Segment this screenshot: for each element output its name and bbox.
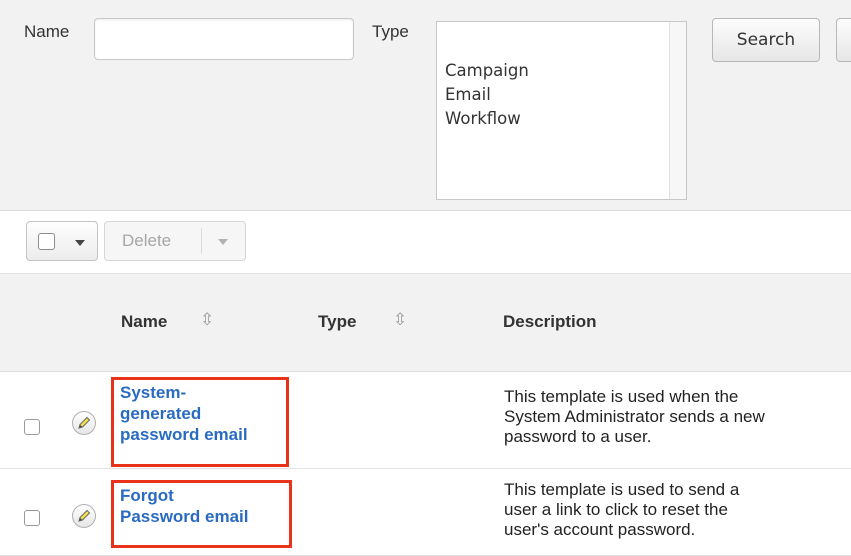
record-name-line[interactable]: System- [120,382,280,403]
pencil-icon[interactable] [72,411,96,435]
record-description: This template is used to send a user a l… [504,480,739,540]
description-line: password to a user. [504,427,652,446]
row-checkbox[interactable] [24,419,40,435]
description-line: This template is used to send a [504,480,740,499]
delete-button[interactable]: Delete [104,221,246,261]
table-row: System- generated password email This te… [0,372,851,469]
description-line: This template is used when the [504,387,739,406]
row-checkbox[interactable] [24,510,40,526]
record-name-line[interactable]: Password email [120,506,283,527]
filter-panel: Name Type Campaign Email Workflow Search [0,0,851,211]
sort-arrows-icon[interactable]: ⇳ [200,310,214,330]
clear-button[interactable] [836,18,851,62]
type-filter-listbox[interactable]: Campaign Email Workflow [436,21,687,200]
description-line: user a link to click to reset the [504,500,728,519]
sort-arrows-icon[interactable]: ⇳ [393,310,407,330]
description-line: user's account password. [504,520,696,539]
search-button[interactable]: Search [712,18,820,62]
list-toolbar: Delete [0,211,851,274]
description-line: System Administrator sends a new [504,407,765,426]
record-name-line[interactable]: generated [120,403,280,424]
column-header-name[interactable]: Name [121,312,167,332]
button-divider [201,228,202,254]
record-name-line[interactable]: Forgot [120,485,283,506]
type-option-campaign[interactable]: Campaign [445,59,529,83]
listbox-scrollbar[interactable] [669,22,686,199]
delete-button-label: Delete [122,231,172,250]
pencil-icon[interactable] [72,504,96,528]
name-filter-input[interactable] [94,18,354,60]
record-description: This template is used when the System Ad… [504,387,765,447]
column-header-type[interactable]: Type [318,312,356,332]
type-filter-label: Type [372,22,409,41]
column-header-description: Description [503,312,597,331]
type-option-workflow[interactable]: Workflow [445,107,529,131]
record-name-line[interactable]: password email [120,424,280,445]
table-header: Name ⇳ Type ⇳ Description [0,274,851,372]
record-name-link[interactable]: System- generated password email [111,377,289,467]
caret-down-icon [75,240,85,246]
table-row: Forgot Password email This template is u… [0,469,851,556]
record-name-link[interactable]: Forgot Password email [111,480,292,548]
name-filter-label: Name [24,22,70,41]
mass-select-dropdown[interactable] [26,221,98,261]
caret-down-icon[interactable] [218,239,228,245]
select-all-checkbox[interactable] [38,233,55,250]
type-option-email[interactable]: Email [445,83,529,107]
